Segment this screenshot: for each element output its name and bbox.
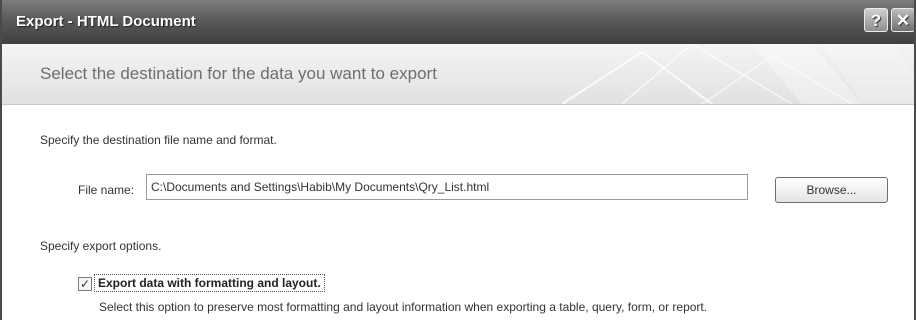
header-banner: Select the destination for the data you …	[2, 44, 914, 105]
close-button[interactable]: ✕	[891, 8, 914, 32]
check-icon: ✓	[79, 277, 91, 291]
file-name-input[interactable]	[146, 174, 748, 200]
export-formatting-checkbox[interactable]: ✓	[78, 277, 92, 291]
browse-button[interactable]: Browse...	[775, 177, 888, 203]
dialog-title: Export - HTML Document	[16, 13, 196, 30]
destination-instruction: Specify the destination file name and fo…	[40, 133, 277, 147]
export-dialog: Export - HTML Document ? ✕ Select the de…	[0, 0, 916, 320]
banner-heading: Select the destination for the data you …	[40, 64, 437, 83]
title-bar[interactable]: Export - HTML Document ? ✕	[2, 0, 914, 45]
export-formatting-label[interactable]: Export data with formatting and layout.	[94, 274, 325, 292]
banner-decoration	[562, 44, 914, 104]
export-formatting-description: Select this option to preserve most form…	[99, 300, 708, 314]
file-name-label: File name:	[78, 183, 135, 197]
export-options-heading: Specify export options.	[40, 239, 162, 253]
help-button[interactable]: ?	[864, 8, 888, 32]
dialog-content: Specify the destination file name and fo…	[2, 105, 914, 320]
